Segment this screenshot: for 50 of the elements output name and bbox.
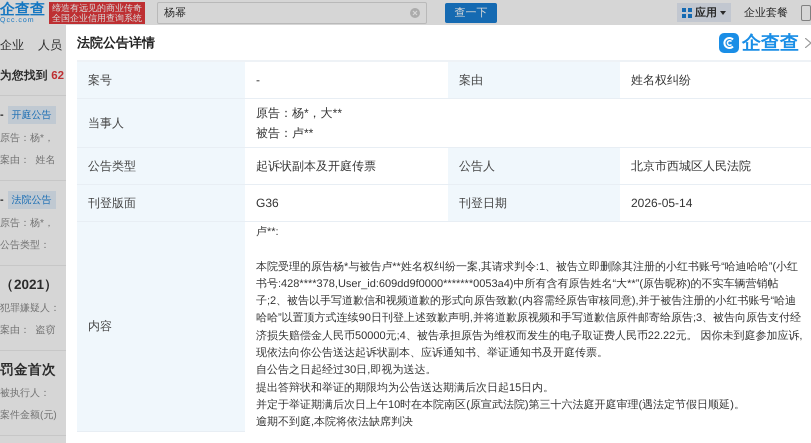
nav-tab[interactable]: 企业 bbox=[0, 37, 24, 54]
result-detail: 案由： 盗窃 bbox=[0, 324, 57, 338]
notice-paragraph: 并定于举证期满后次日上午10时在本院南区(原宣武法院)第三十六法庭开庭审理(遇法定节假日顺延)。 bbox=[256, 398, 746, 413]
notice-paragraph: 逾期不到庭,本院将依法缺席判决 bbox=[256, 414, 414, 430]
result-detail: 公告类型： bbox=[0, 238, 51, 253]
menu-item[interactable]: 应用 bbox=[677, 3, 731, 22]
clear-icon[interactable] bbox=[410, 8, 420, 18]
field-value: 姓名权纠纷 bbox=[620, 62, 811, 99]
search-button[interactable]: 查一下 bbox=[445, 2, 497, 22]
category-tag: 开庭公告 bbox=[8, 106, 56, 124]
field-label: 刊登版面 bbox=[77, 185, 245, 222]
phone-icon[interactable] bbox=[801, 4, 811, 20]
field-value: 北京市西城区人民法院 bbox=[620, 148, 811, 185]
field-label: 当事人 bbox=[77, 99, 245, 148]
field-label: 公告人 bbox=[448, 148, 620, 185]
caret-icon bbox=[720, 10, 726, 14]
field-value: 被告：卢** bbox=[256, 125, 314, 142]
result-detail: 原告：杨*， bbox=[0, 216, 55, 231]
logo-icon bbox=[719, 32, 739, 52]
notice-paragraph: 提出答辩状和举证的期限均为公告送达期满后次日起15日内。 bbox=[256, 380, 556, 396]
result-title[interactable]: （2021） bbox=[0, 276, 58, 294]
result-detail: 原告：杨*， bbox=[0, 132, 55, 146]
field-label: 公告类型 bbox=[77, 148, 245, 185]
result-detail: 案由： 姓名 bbox=[0, 154, 57, 168]
result-title[interactable]: 罚金首次 bbox=[0, 361, 56, 379]
notice-paragraph: 自公告之日起经过30日,即视为送达。 bbox=[256, 362, 438, 378]
field-value: 2026-05-14 bbox=[620, 185, 811, 222]
search-field[interactable]: 杨幂 bbox=[157, 2, 427, 24]
nav-tab[interactable]: 人员 bbox=[38, 37, 62, 54]
field-label: 刊登日期 bbox=[448, 185, 620, 222]
grid-icon bbox=[682, 8, 692, 18]
slogan-banner: 缔造有远见的商业传奇 全国企业信用查询系统 bbox=[49, 2, 145, 24]
field-label: 案由 bbox=[448, 62, 620, 99]
brand-name: 企查查 bbox=[742, 32, 799, 56]
menu-item[interactable]: 企业套餐 bbox=[739, 3, 793, 22]
dialog-title: 法院公告详情 bbox=[77, 34, 155, 52]
result-detail: 犯罪嫌疑人： bbox=[0, 302, 61, 316]
result-summary: 为您找到 bbox=[0, 70, 48, 82]
close-icon[interactable] bbox=[805, 38, 811, 48]
notice-paragraph: 本院受理的原告杨*与被告卢**姓名权纠纷一案,其请求判令:1、被告立即删除其注册的小红书账号“哈迪哈哈”(小红书号:428****378,User_id:609dd9f0000*******0053a4)中所有含有原告姓名“大**”(原告昵称)的不实车辆营销帖子;2、被告以手写道歉信和视频道歉的形式向原告致歉(内容需经原告审核同意),并于被告注册的小红书账号“哈迪哈哈”以置顶方式连续90日刊登上述致歉声明,并将道歉原视频和手写道歉信原件邮寄给原告;3、被告向原告支付经济损失赔偿金人民币50000元;4、被告承担原告为维权而发生的电子取证费人民币22.22元。 因你未到庭参加应诉,现依法向你公告送达起诉状副本、应诉通知书、举证通知书及开庭传票。 bbox=[256, 260, 804, 362]
notice-greeting: 卢**: bbox=[256, 225, 280, 240]
field-label: 案号 bbox=[77, 62, 245, 99]
field-label: 内容 bbox=[77, 222, 245, 432]
result-detail: 被执行人： bbox=[0, 386, 51, 401]
category-tag: 法院公告 bbox=[8, 191, 56, 209]
result-detail: 案件金额(元) bbox=[0, 408, 58, 423]
result-count: 62 bbox=[51, 70, 64, 82]
dash-mark: - bbox=[0, 194, 4, 206]
dash-mark: - bbox=[0, 109, 4, 121]
field-value: 原告：杨*，大** bbox=[256, 105, 342, 122]
